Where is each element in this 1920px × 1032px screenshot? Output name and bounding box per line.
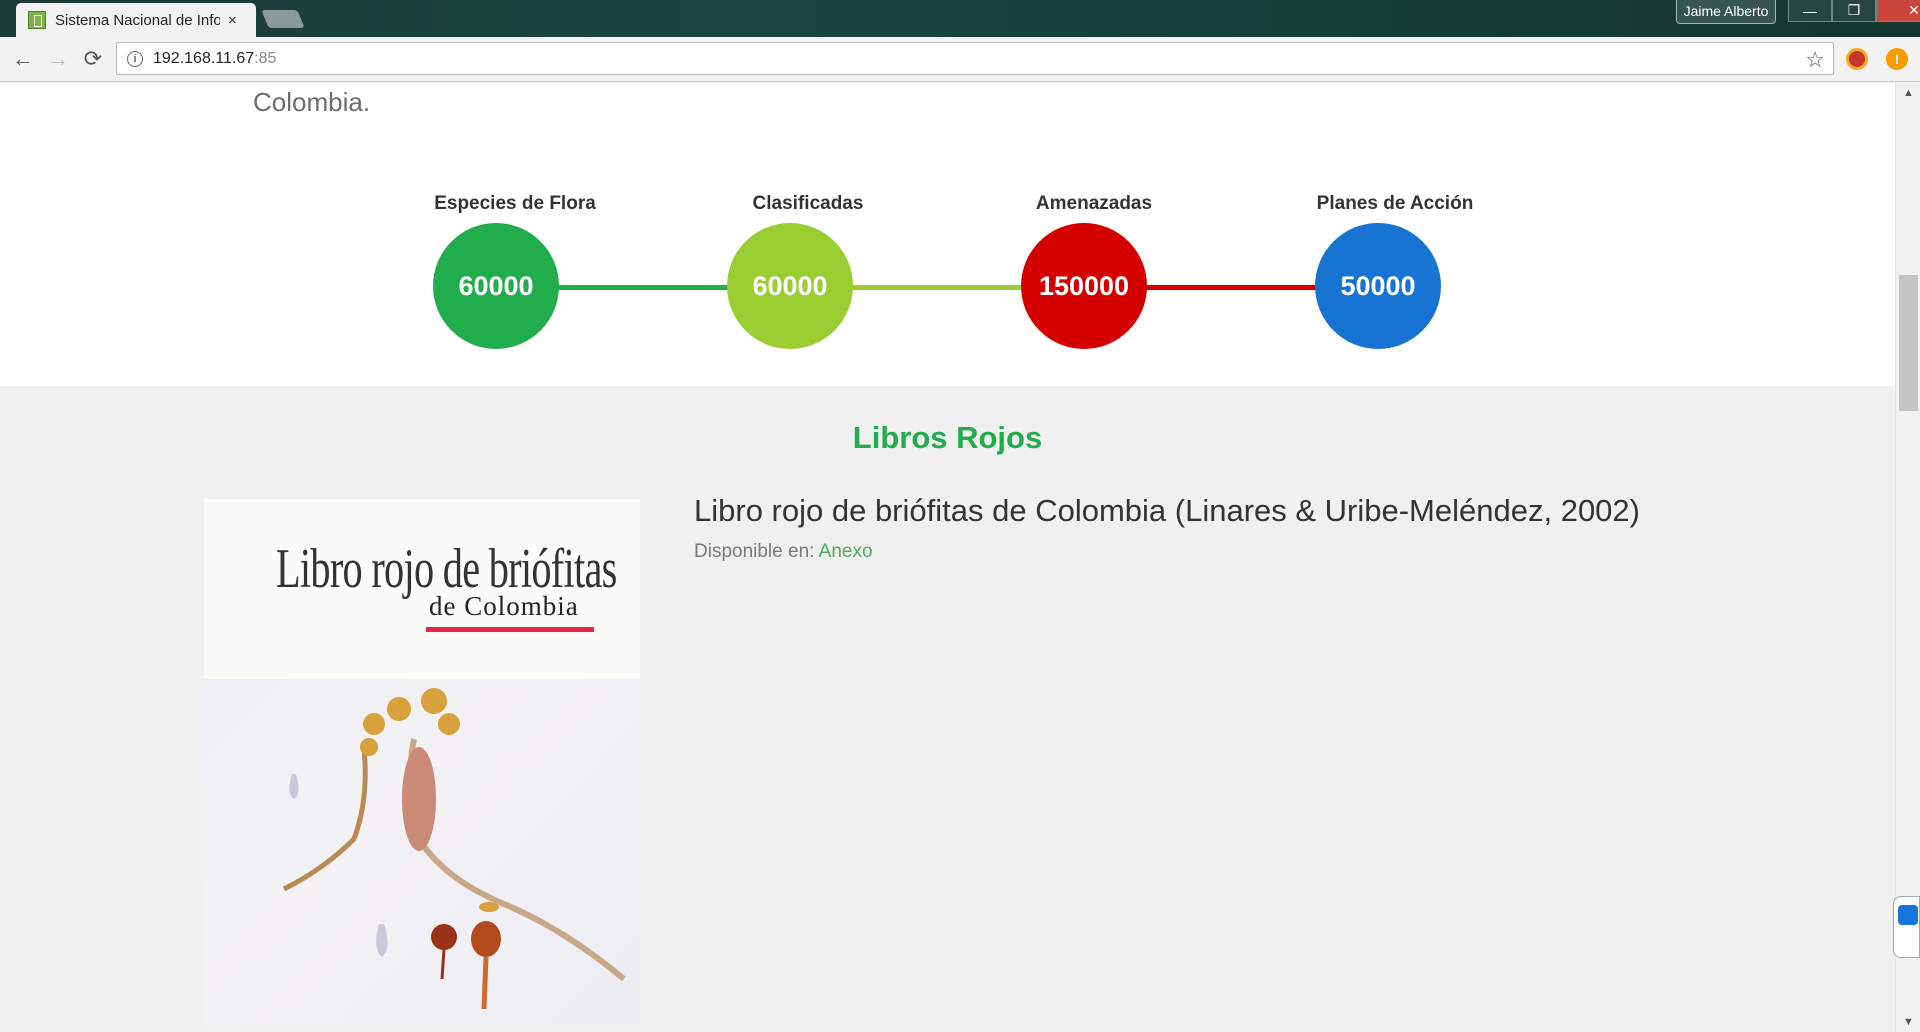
cover-red-rule	[426, 627, 594, 632]
back-arrow-icon[interactable]: ←	[9, 45, 37, 73]
scroll-thumb[interactable]	[1899, 275, 1918, 411]
site-info-icon[interactable]: i	[127, 50, 143, 67]
profile-button[interactable]: Jaime Alberto	[1676, 0, 1776, 24]
tab-close-icon[interactable]: ×	[228, 12, 237, 29]
minimize-button[interactable]: —	[1788, 0, 1832, 22]
stat-circle-amenazadas: 150000	[1021, 223, 1147, 349]
book-cover-image[interactable]: Libro rojo de briófitas de Colombia	[204, 499, 640, 1025]
vertical-scrollbar[interactable]: ▲ ▼	[1895, 83, 1920, 1032]
cover-title-line2: de Colombia	[429, 591, 579, 621]
title-bar: Sistema Nacional de Info × Jaime Alberto…	[0, 0, 1920, 37]
window-controls: — ❐ ✕	[1788, 0, 1920, 22]
stats-section: Colombia. Especies de Flora Clasificadas…	[0, 83, 1895, 386]
book-availability: Disponible en: Anexo	[694, 541, 873, 563]
new-tab-button[interactable]	[261, 10, 305, 28]
cover-header: Libro rojo de briófitas de Colombia	[204, 499, 640, 679]
stat-circle-clasificadas: 60000	[727, 223, 853, 349]
address-bar[interactable]: i 192.168.11.67 :85 ☆	[116, 42, 1834, 75]
scroll-up-icon[interactable]: ▲	[1896, 83, 1920, 103]
tab-title: Sistema Nacional de Info	[55, 11, 220, 29]
stat-label-flora: Especies de Flora	[434, 193, 596, 214]
bookmark-star-icon[interactable]: ☆	[1805, 47, 1825, 73]
moss-drawing-icon	[282, 688, 626, 1010]
site-favicon-icon	[28, 11, 46, 29]
teamviewer-widget[interactable]	[1893, 896, 1920, 958]
browser-tab[interactable]: Sistema Nacional de Info ×	[16, 3, 256, 37]
forward-arrow-icon[interactable]: →	[44, 45, 72, 73]
teamviewer-icon	[1898, 905, 1918, 925]
stat-circle-flora: 60000	[433, 223, 559, 349]
intro-text: Colombia.	[253, 87, 371, 117]
page-viewport: Colombia. Especies de Flora Clasificadas…	[0, 83, 1895, 1032]
stat-label-amenazadas: Amenazadas	[1035, 193, 1153, 214]
url-host: 192.168.11.67	[153, 49, 255, 67]
book-title: Libro rojo de briófitas de Colombia (Lin…	[694, 493, 1640, 528]
availability-label: Disponible en:	[694, 541, 819, 562]
maximize-button[interactable]: ❐	[1832, 0, 1876, 22]
extension-cookie-icon[interactable]	[1846, 48, 1868, 70]
url-port: :85	[254, 49, 277, 67]
stat-label-clasificadas: Clasificadas	[752, 193, 864, 214]
libros-rojos-heading: Libros Rojos	[852, 420, 1043, 455]
stat-label-planes: Planes de Acción	[1316, 193, 1474, 214]
browser-toolbar: ← → ⟳ i 192.168.11.67 :85 ☆ !	[0, 37, 1920, 82]
close-window-button[interactable]: ✕	[1876, 0, 1920, 22]
reload-icon[interactable]: ⟳	[79, 45, 107, 73]
stat-circle-planes: 50000	[1315, 223, 1441, 349]
anexo-link[interactable]: Anexo	[819, 541, 873, 562]
scroll-down-icon[interactable]: ▼	[1896, 1012, 1920, 1032]
extension-alert-icon[interactable]: !	[1886, 48, 1908, 70]
moss-illustration	[204, 679, 640, 1025]
